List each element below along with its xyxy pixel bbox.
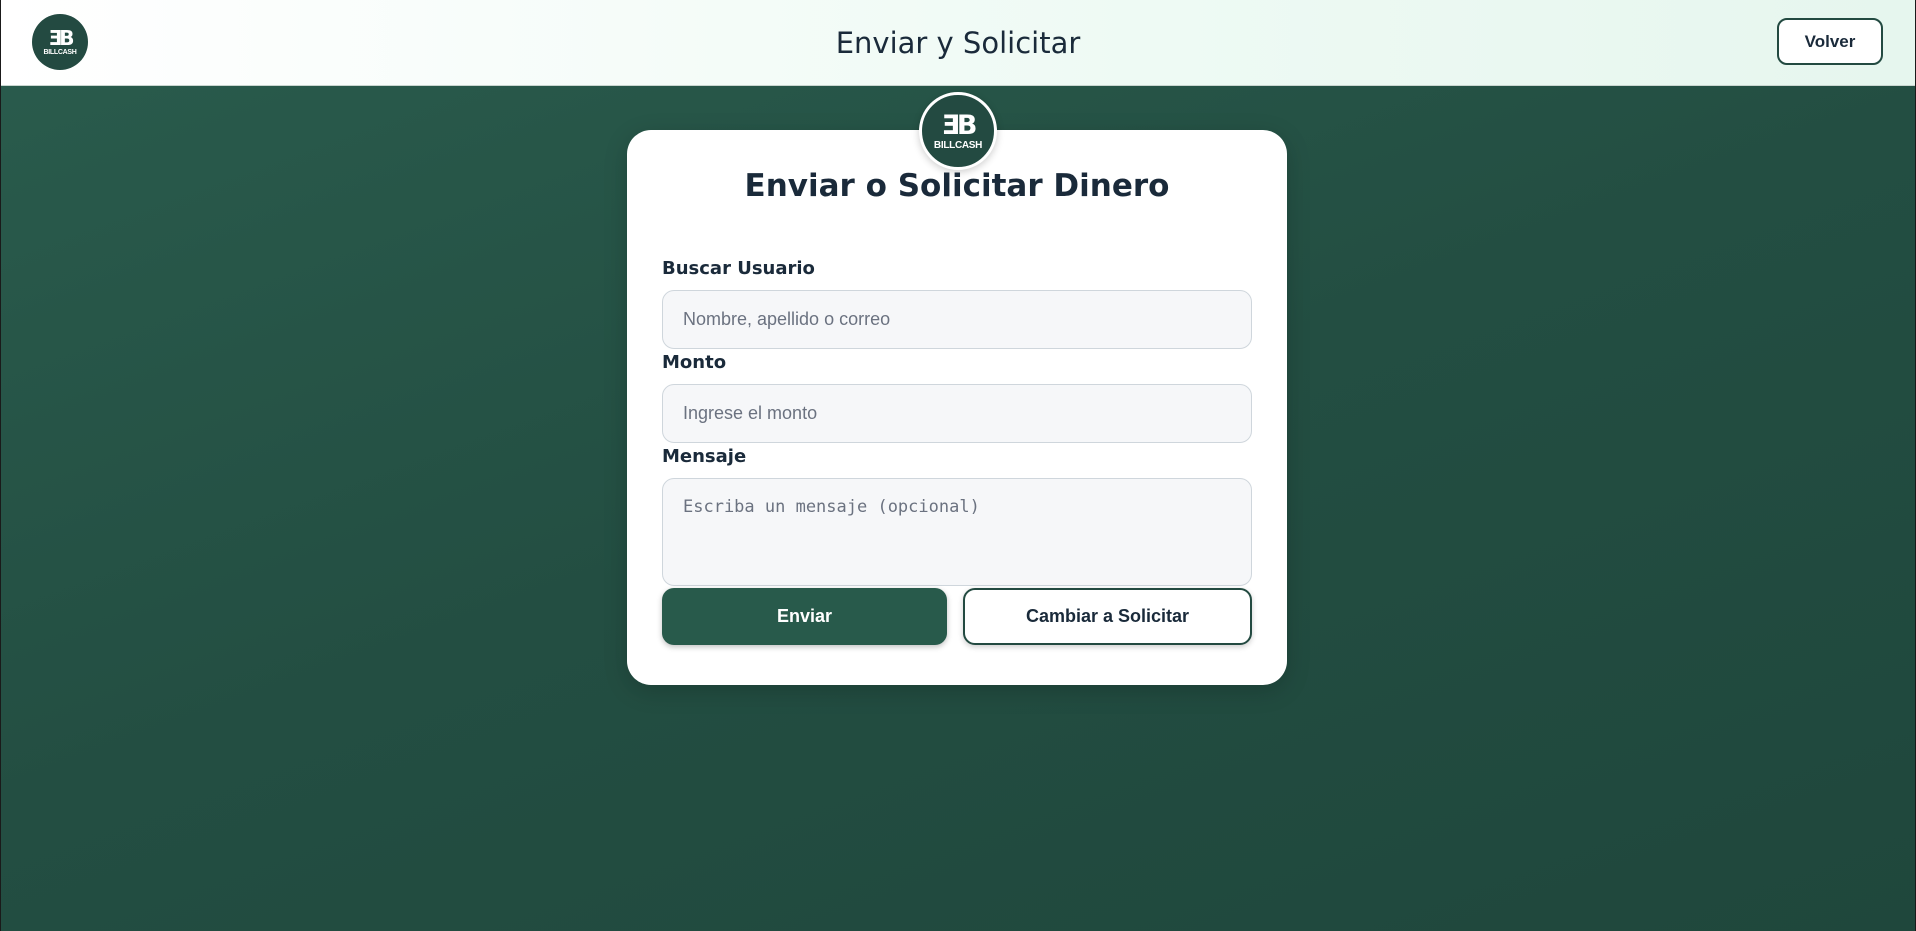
- page-title: Enviar y Solicitar: [835, 26, 1081, 60]
- logo-monogram: ƎB: [48, 26, 75, 50]
- billcash-logo-icon: ƎB BILLCASH: [919, 92, 997, 170]
- switch-to-request-button[interactable]: Cambiar a Solicitar: [963, 588, 1252, 645]
- back-button[interactable]: Volver: [1777, 18, 1883, 65]
- user-search-input[interactable]: [662, 290, 1252, 349]
- top-header: ƎB BILLCASH Enviar y Solicitar Volver: [0, 0, 1916, 86]
- logo-wordmark: BILLCASH: [43, 49, 77, 56]
- message-label: Mensaje: [662, 446, 747, 467]
- amount-label: Monto: [662, 352, 727, 373]
- card-title: Enviar o Solicitar Dinero: [744, 168, 1170, 204]
- send-button[interactable]: Enviar: [662, 588, 947, 645]
- message-textarea[interactable]: [662, 478, 1252, 586]
- billcash-logo-icon[interactable]: ƎB BILLCASH: [32, 14, 88, 70]
- logo-wordmark: BILLCASH: [933, 139, 983, 151]
- user-search-label: Buscar Usuario: [662, 258, 815, 279]
- logo-monogram: ƎB: [941, 109, 977, 141]
- amount-input[interactable]: [662, 384, 1252, 443]
